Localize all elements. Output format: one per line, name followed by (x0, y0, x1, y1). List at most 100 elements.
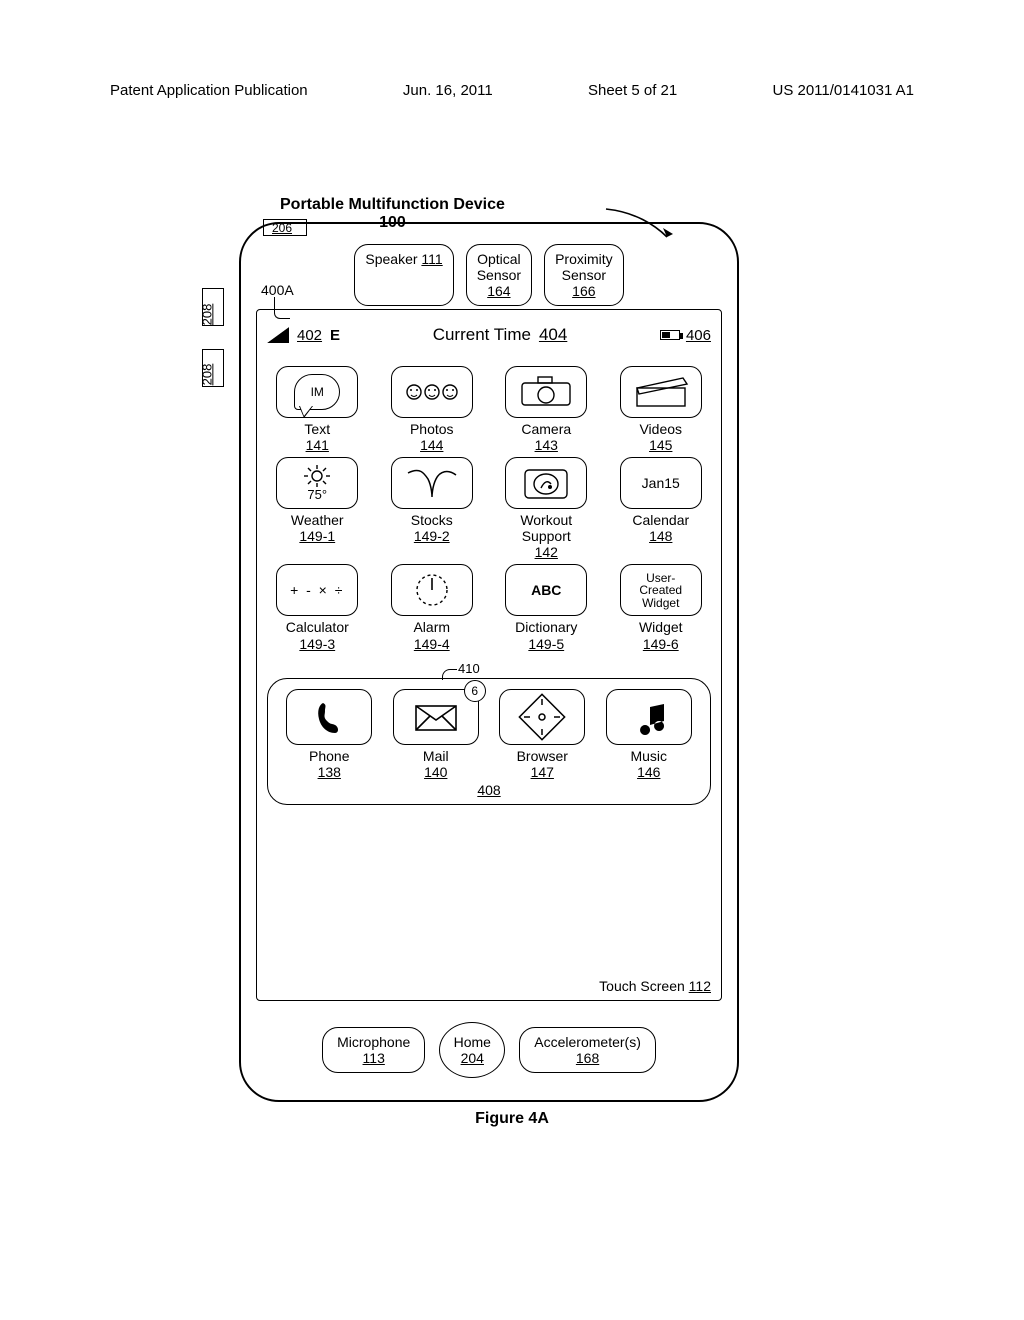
weather-icon: 75° (276, 457, 358, 509)
app-alarm[interactable]: Alarm 149-4 (382, 564, 483, 651)
app-calendar-label: Calendar (611, 512, 712, 528)
dock-ref: 408 (282, 782, 696, 798)
side-button-2-ref: 208 (199, 364, 214, 386)
app-workout[interactable]: Workout Support 142 (496, 457, 597, 560)
touch-screen-ref: 112 (689, 978, 711, 994)
clapper-icon (620, 366, 702, 418)
mail-badge: 6 (464, 680, 486, 702)
sim-ref: 206 (272, 221, 292, 235)
app-stocks-label: Stocks (382, 512, 483, 528)
battery-icon (660, 330, 680, 340)
user-widget-icon: User- Created Widget (620, 564, 702, 616)
badge-ref-leader: 410 (458, 661, 480, 676)
battery-ref: 406 (686, 327, 711, 344)
dock: 410 Phone 138 6 Mail (267, 678, 711, 805)
app-stocks[interactable]: Stocks 149-2 (382, 457, 483, 560)
app-videos[interactable]: Videos 145 (611, 366, 712, 453)
app-alarm-label: Alarm (382, 619, 483, 635)
workout-icon (505, 457, 587, 509)
app-videos-ref: 145 (611, 437, 712, 453)
app-calendar[interactable]: Jan 15 Calendar 148 (611, 457, 712, 560)
device-outline: Speaker 111 Optical Sensor 164 Proximity… (239, 222, 739, 1102)
status-center: Current Time 404 (433, 325, 568, 345)
proximity-sensor-label: Proximity Sensor (555, 251, 613, 283)
calculator-icon: + - × ÷ (276, 564, 358, 616)
signal-icon (267, 327, 289, 343)
app-alarm-ref: 149-4 (382, 636, 483, 652)
app-weather-ref: 149-1 (267, 528, 368, 544)
top-components: Speaker 111 Optical Sensor 164 Proximity… (241, 244, 737, 306)
home-ref: 204 (461, 1050, 484, 1066)
calendar-day: 15 (664, 476, 680, 491)
alarm-icon (391, 564, 473, 616)
header-publication: Patent Application Publication (110, 82, 308, 99)
app-text-label: Text (267, 421, 368, 437)
dock-app-music[interactable]: Music 146 (602, 689, 697, 780)
carrier-letter: E (330, 327, 340, 344)
app-videos-label: Videos (611, 421, 712, 437)
app-weather[interactable]: 75° Weather 149-1 (267, 457, 368, 560)
browser-icon (499, 689, 585, 745)
touch-screen[interactable]: 402 E Current Time 404 406 IM (256, 309, 722, 1001)
mail-icon: 6 (393, 689, 479, 745)
bottom-components: Microphone 113 Home 204 Accelerometer(s)… (241, 1022, 737, 1078)
app-grid: IM Text 141 Photos 144 Camera (267, 366, 711, 652)
weather-temp: 75° (307, 487, 327, 502)
app-user-widget-label: Widget (611, 619, 712, 635)
app-workout-label: Workout Support (496, 512, 597, 544)
app-camera-ref: 143 (496, 437, 597, 453)
app-text[interactable]: IM Text 141 (267, 366, 368, 453)
dock-mail-ref: 140 (389, 764, 484, 780)
dock-music-ref: 146 (602, 764, 697, 780)
status-left: 402 E (267, 327, 340, 344)
app-user-widget[interactable]: User- Created Widget Widget 149-6 (611, 564, 712, 651)
status-bar: 402 E Current Time 404 406 (267, 318, 711, 352)
accelerometer-ref: 168 (534, 1050, 641, 1066)
calendar-month: Jan (642, 476, 665, 491)
optical-sensor-ref: 164 (487, 283, 510, 299)
calendar-icon: Jan 15 (620, 457, 702, 509)
optical-sensor-pill: Optical Sensor 164 (466, 244, 532, 306)
touch-screen-text: Touch Screen (599, 978, 685, 994)
camera-icon (505, 366, 587, 418)
side-button-1-ref: 208 (199, 304, 214, 326)
signal-ref: 402 (297, 327, 322, 344)
page-header: Patent Application Publication Jun. 16, … (0, 82, 1024, 99)
screen-ref-label: 400A (261, 282, 294, 298)
dock-browser-ref: 147 (495, 764, 590, 780)
home-label: Home (454, 1034, 491, 1050)
app-camera[interactable]: Camera 143 (496, 366, 597, 453)
microphone-pill: Microphone 113 (322, 1027, 425, 1073)
app-photos-ref: 144 (382, 437, 483, 453)
music-icon (606, 689, 692, 745)
dock-music-label: Music (602, 748, 697, 764)
app-camera-label: Camera (496, 421, 597, 437)
app-calculator-ref: 149-3 (267, 636, 368, 652)
proximity-sensor-ref: 166 (572, 283, 595, 299)
dock-app-mail[interactable]: 6 Mail 140 (389, 689, 484, 780)
dock-app-browser[interactable]: Browser 147 (495, 689, 590, 780)
app-text-ref: 141 (267, 437, 368, 453)
app-weather-label: Weather (267, 512, 368, 528)
app-calculator-label: Calculator (267, 619, 368, 635)
page: Patent Application Publication Jun. 16, … (0, 0, 1024, 1320)
figure-caption: Figure 4A (0, 1110, 1024, 1128)
speaker-ref: 111 (421, 251, 442, 267)
accelerometer-label: Accelerometer(s) (534, 1034, 641, 1050)
home-button[interactable]: Home 204 (439, 1022, 505, 1078)
app-dictionary-ref: 149-5 (496, 636, 597, 652)
accelerometer-pill: Accelerometer(s) 168 (519, 1027, 656, 1073)
dock-app-phone[interactable]: Phone 138 (282, 689, 377, 780)
speaker-label: Speaker (365, 251, 417, 267)
header-date: Jun. 16, 2011 (403, 82, 493, 99)
app-dictionary-label: Dictionary (496, 619, 597, 635)
time-label: Current Time (433, 325, 531, 345)
app-dictionary[interactable]: ABC Dictionary 149-5 (496, 564, 597, 651)
time-ref: 404 (539, 325, 567, 345)
dock-phone-ref: 138 (282, 764, 377, 780)
header-pubno: US 2011/0141031 A1 (772, 82, 914, 99)
status-right: 406 (660, 327, 711, 344)
stocks-icon (391, 457, 473, 509)
app-calculator[interactable]: + - × ÷ Calculator 149-3 (267, 564, 368, 651)
app-photos[interactable]: Photos 144 (382, 366, 483, 453)
